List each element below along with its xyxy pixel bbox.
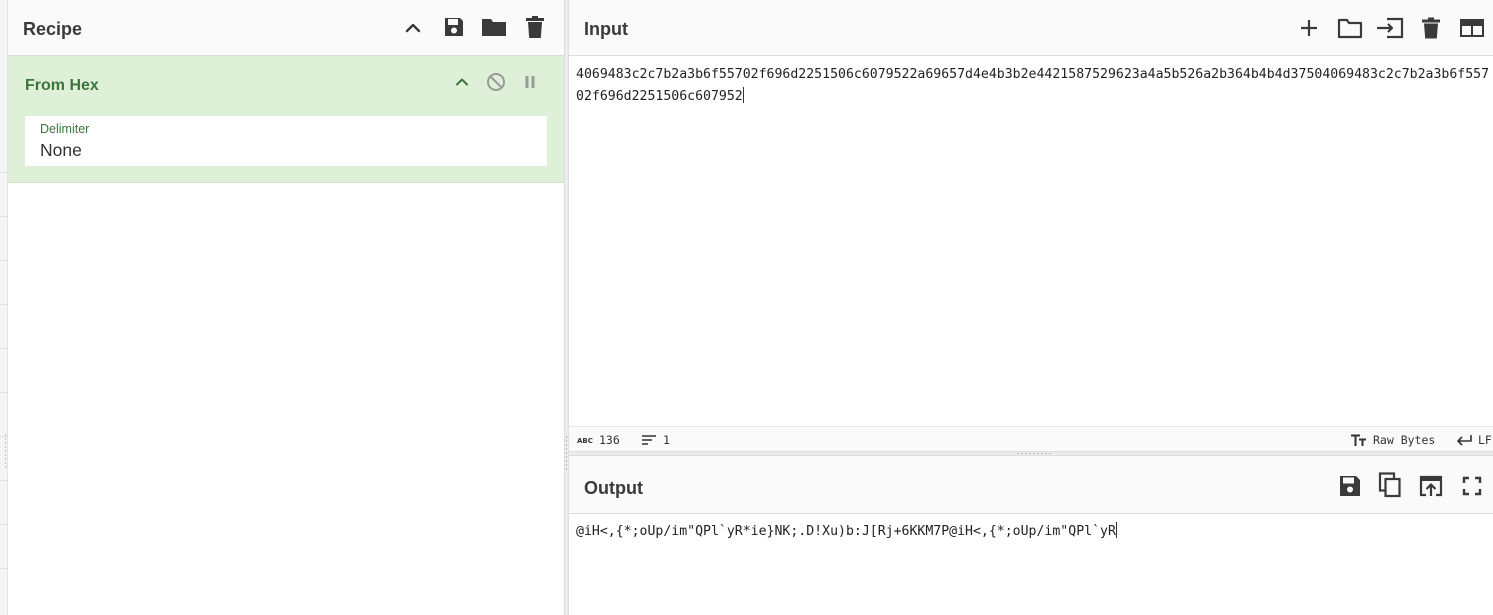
eol-label: LF (1478, 433, 1492, 447)
output-content: @iH<,{*;oUp/im"QPl`yR*ie}NK;.D!Xu)b:J[Rj… (576, 524, 1116, 539)
operation-from-hex[interactable]: From Hex Delimiter None (8, 56, 564, 183)
encoding-label: Raw Bytes (1373, 433, 1436, 447)
clear-input-button[interactable] (1417, 14, 1445, 42)
text-size-icon (1351, 434, 1366, 446)
add-tab-button[interactable] (1295, 14, 1323, 42)
replace-input-button[interactable] (1417, 472, 1445, 500)
input-title: Input (584, 19, 628, 39)
folder-icon (482, 19, 506, 36)
recipe-title: Recipe (23, 19, 83, 39)
open-file-button[interactable] (1336, 14, 1364, 42)
divider (0, 216, 7, 217)
divider (0, 392, 7, 393)
recipe-header: Recipe (8, 0, 564, 56)
input-file-icon (1377, 17, 1404, 39)
lines-indicator: 1 (641, 433, 670, 447)
collapse-operation-button[interactable] (448, 68, 476, 96)
divider (0, 304, 7, 305)
chevron-up-icon (405, 23, 421, 33)
return-arrow-icon (1457, 435, 1472, 446)
input-header: Input (569, 0, 1493, 56)
output-textarea[interactable]: @iH<,{*;oUp/im"QPl`yR*ie}NK;.D!Xu)b:J[Rj… (576, 521, 1117, 543)
layout-icon (1460, 19, 1484, 37)
input-content: 4069483c2c7b2a3b6f55702f696d2251506c6079… (576, 67, 1490, 104)
maximise-output-button[interactable] (1458, 472, 1486, 500)
length-indicator: ABC 136 (577, 433, 620, 447)
divider (0, 480, 7, 481)
disable-icon (487, 73, 505, 91)
divider (0, 348, 7, 349)
recipe-pane: Recipe From Hex Delimiter None (8, 0, 564, 615)
divider (0, 172, 7, 173)
save-icon (445, 18, 463, 36)
output-pane: Output @iH<,{*;oUp/im"QPl`yR*ie}NK;.D!Xu… (569, 456, 1493, 615)
divider (0, 568, 7, 569)
abc-icon: ABC (577, 437, 593, 444)
disable-operation-button[interactable] (482, 68, 510, 96)
cyberchef-app: Recipe From Hex Delimiter None Input 406… (0, 0, 1493, 615)
open-in-input-icon (1419, 475, 1443, 497)
divider (0, 524, 7, 525)
reset-layout-button[interactable] (1458, 14, 1486, 42)
breakpoint-button[interactable] (516, 68, 544, 96)
trash-icon (526, 16, 544, 38)
input-lines: 1 (663, 433, 670, 447)
pause-icon (525, 76, 535, 88)
divider (0, 260, 7, 261)
input-pane: Input 4069483c2c7b2a3b6f55702f696d225150… (569, 0, 1493, 451)
copy-icon (1378, 472, 1401, 498)
save-recipe-button[interactable] (440, 13, 468, 41)
copy-output-button[interactable] (1376, 471, 1404, 499)
save-icon (1340, 476, 1360, 496)
svg-text:ABC: ABC (577, 437, 593, 444)
delimiter-value: None (40, 140, 82, 160)
collapse-all-button[interactable] (399, 14, 427, 42)
plus-icon (1301, 20, 1317, 36)
operations-pane-edge (0, 0, 8, 615)
save-output-button[interactable] (1336, 472, 1364, 500)
load-recipe-button[interactable] (480, 13, 508, 41)
output-header: Output (569, 456, 1493, 514)
clear-recipe-button[interactable] (521, 13, 549, 41)
eol-button[interactable]: LF (1456, 433, 1492, 447)
trash-icon (1422, 17, 1440, 39)
encoding-button[interactable]: Raw Bytes (1350, 433, 1435, 447)
lines-icon (642, 435, 656, 445)
open-folder-button[interactable] (1376, 14, 1404, 42)
text-caret (1115, 522, 1117, 538)
delimiter-label: Delimiter (40, 122, 90, 136)
chevron-up-icon (456, 78, 468, 86)
delimiter-select[interactable]: Delimiter None (25, 116, 547, 166)
operation-title: From Hex (25, 77, 99, 94)
text-caret (742, 87, 744, 103)
folder-outline-icon (1337, 18, 1363, 39)
output-title: Output (584, 478, 643, 498)
input-status-bar: ABC 136 1 Raw Bytes LF (569, 426, 1493, 451)
input-length: 136 (599, 433, 620, 447)
input-textarea[interactable]: 4069483c2c7b2a3b6f55702f696d2251506c6079… (576, 64, 1493, 108)
fullscreen-icon (1462, 476, 1482, 496)
